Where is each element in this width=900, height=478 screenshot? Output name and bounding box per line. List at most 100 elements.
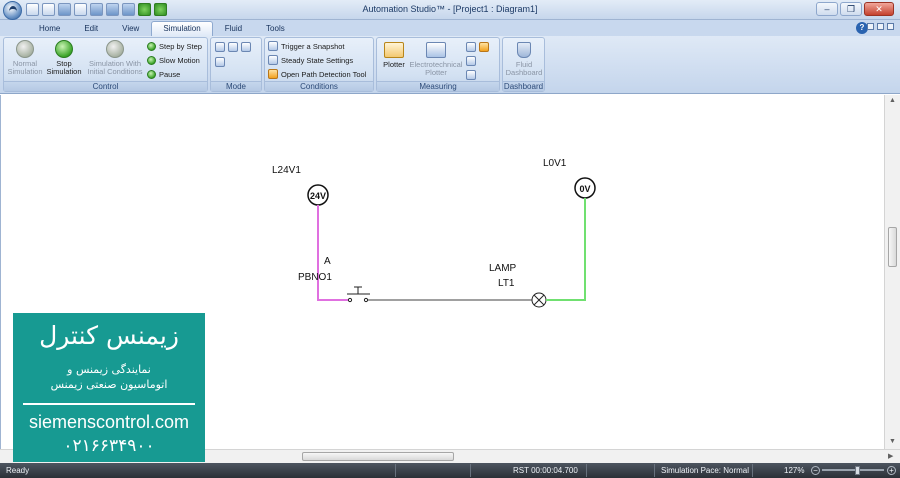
network-icon[interactable] (466, 70, 476, 80)
source-label: L24V1 (272, 165, 301, 176)
status-simulation-pace: Simulation Pace: Normal (661, 466, 750, 475)
mode-layout-icon[interactable] (215, 57, 225, 67)
horizontal-scroll-thumb[interactable] (302, 452, 454, 461)
status-separator (752, 464, 753, 477)
status-ready: Ready (6, 466, 30, 475)
simulation-with-initial-conditions-button[interactable]: Simulation With Initial Conditions (84, 40, 146, 76)
camera-icon (268, 41, 278, 51)
status-separator (654, 464, 655, 477)
watermark-subtitle-line-1: نمایندگی زیمنس و (67, 363, 151, 376)
measuring-row-2 (466, 55, 476, 67)
scroll-up-icon[interactable]: ▲ (889, 97, 896, 104)
watermark-phone: ۰۲۱۶۶۳۴۹۰۰ (63, 436, 155, 456)
dashboard-group-label: Dashboard (503, 81, 544, 91)
tab-tools[interactable]: Tools (254, 21, 297, 36)
tab-view[interactable]: View (110, 21, 151, 36)
measuring-group: Plotter Electrotechnical Plotter Measuri… (376, 37, 500, 92)
measuring-row-1 (466, 41, 489, 53)
restore-button[interactable]: ❐ (840, 2, 862, 16)
zoom-slider[interactable] (822, 469, 884, 471)
pause-button[interactable]: Pause (147, 68, 180, 80)
electrotechnical-plotter-button[interactable]: Electrotechnical Plotter (409, 40, 463, 77)
conditions-group-label: Conditions (265, 81, 373, 91)
electrotechnical-plotter-icon (426, 42, 446, 58)
switch-terminal-label: A (324, 256, 331, 267)
fluid-dashboard-button[interactable]: Fluid Dashboard (504, 40, 544, 77)
mode-grid-icon[interactable] (241, 42, 251, 52)
mode-copy-icon[interactable] (228, 42, 238, 52)
list-icon[interactable] (466, 42, 476, 52)
watermark-title: زیمنس کنترل (39, 321, 179, 350)
steady-state-settings-button[interactable]: Steady State Settings (268, 54, 353, 66)
mode-group-label: Mode (211, 81, 261, 91)
doc-restore-button[interactable] (877, 23, 884, 30)
trigger-snapshot-button[interactable]: Trigger a Snapshot (268, 40, 345, 52)
measuring-group-label: Measuring (377, 81, 499, 91)
watermark-divider (23, 403, 195, 405)
lightning-icon[interactable] (479, 42, 489, 52)
energized-wire[interactable] (317, 205, 348, 301)
status-separator (470, 464, 471, 477)
pushbutton-no-switch[interactable] (347, 286, 370, 303)
switch-label: PBNO1 (298, 272, 332, 283)
control-group-label: Control (4, 81, 207, 91)
slow-motion-button[interactable]: Slow Motion (147, 54, 200, 66)
lamp-label: LT1 (498, 278, 515, 289)
status-separator (395, 464, 396, 477)
lamp-icon[interactable] (531, 292, 547, 308)
ribbon: Normal Simulation Stop Simulation Simula… (0, 36, 900, 94)
status-zoom-level: 127% (784, 466, 805, 475)
probe-icon[interactable] (466, 56, 476, 66)
status-rst-time: RST 00:00:04.700 (513, 466, 578, 475)
stop-icon (55, 40, 73, 58)
status-separator (586, 464, 587, 477)
zoom-in-icon[interactable]: + (887, 466, 896, 475)
measuring-row-3 (466, 69, 476, 81)
step-icon (147, 41, 156, 51)
minimize-button[interactable]: – (816, 2, 838, 16)
mode-buttons-row-2 (215, 56, 225, 68)
settings-icon (268, 55, 278, 65)
ribbon-tab-bar: Home Edit View Simulation Fluid Tools ? (0, 20, 900, 36)
plotter-icon (384, 42, 404, 58)
zoom-slider-handle[interactable] (855, 466, 860, 475)
mode-select-icon[interactable] (215, 42, 225, 52)
tab-edit[interactable]: Edit (72, 21, 110, 36)
window-controls: – ❐ ✕ (816, 2, 894, 16)
stop-simulation-button[interactable]: Stop Simulation (45, 40, 83, 76)
zoom-out-icon[interactable]: − (811, 466, 820, 475)
mode-buttons-row-1 (215, 41, 251, 53)
open-path-detection-button[interactable]: Open Path Detection Tool (268, 68, 366, 80)
step-by-step-button[interactable]: Step by Step (147, 40, 202, 52)
watermark-subtitle-line-2: اتوماسیون صنعتی زیمنس (50, 378, 168, 391)
mode-group: Mode (210, 37, 262, 92)
watermark-banner: زیمنس کنترل نمایندگی زیمنس و اتوماسیون ص… (13, 313, 205, 462)
status-bar: Ready RST 00:00:04.700 Simulation Pace: … (0, 463, 900, 478)
path-detection-icon (268, 69, 278, 79)
flask-icon (517, 42, 531, 58)
ground-wire[interactable] (546, 198, 586, 301)
dashboard-group: Fluid Dashboard Dashboard (502, 37, 545, 92)
vertical-scrollbar[interactable]: ▲ ▼ (884, 95, 900, 449)
source-value: 24V (310, 191, 326, 201)
normal-simulation-button[interactable]: Normal Simulation (7, 40, 43, 76)
window-title: Automation Studio™ - [Project1 : Diagram… (362, 4, 538, 14)
slow-motion-icon (147, 55, 156, 65)
scroll-down-icon[interactable]: ▼ (889, 438, 896, 445)
doc-minimize-button[interactable] (867, 23, 874, 30)
watermark-website: siemenscontrol.com (28, 412, 190, 432)
tab-home[interactable]: Home (27, 21, 72, 36)
vertical-scroll-thumb[interactable] (888, 227, 897, 267)
play-icon (16, 40, 34, 58)
title-bar: Automation Studio™ - [Project1 : Diagram… (0, 0, 900, 20)
scroll-right-icon[interactable]: ▶ (888, 452, 893, 460)
control-group: Normal Simulation Stop Simulation Simula… (3, 37, 208, 92)
tab-fluid[interactable]: Fluid (213, 21, 254, 36)
checkmark-icon (106, 40, 124, 58)
lamp-type-label: LAMP (489, 263, 517, 274)
plotter-button[interactable]: Plotter (380, 40, 408, 69)
conditions-group: Trigger a Snapshot Steady State Settings… (264, 37, 374, 92)
doc-close-button[interactable] (887, 23, 894, 30)
tab-simulation[interactable]: Simulation (151, 21, 213, 36)
close-button[interactable]: ✕ (864, 2, 894, 16)
